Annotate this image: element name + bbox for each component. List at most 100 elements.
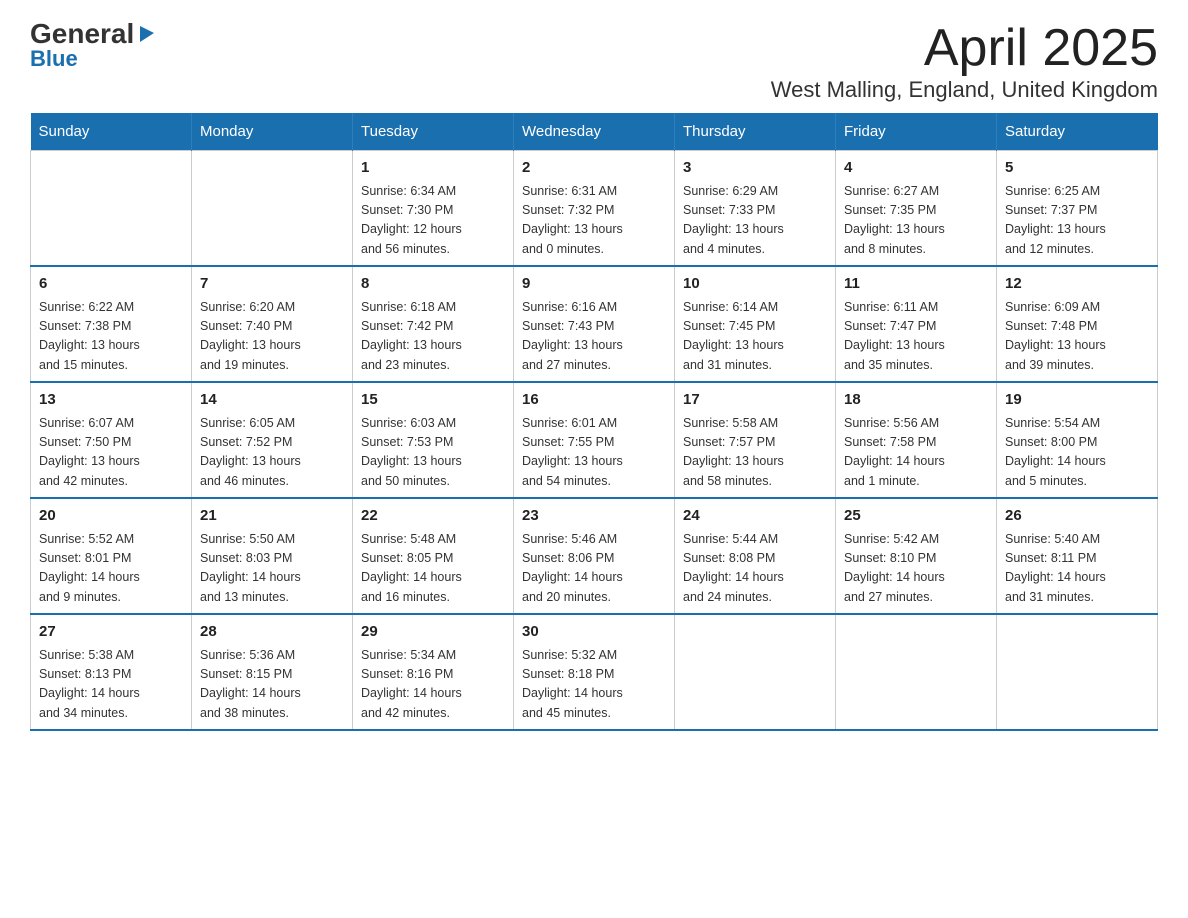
calendar-cell [192,151,353,267]
day-info: Sunrise: 6:18 AM Sunset: 7:42 PM Dayligh… [361,298,505,376]
day-number: 9 [522,273,666,296]
day-info: Sunrise: 6:16 AM Sunset: 7:43 PM Dayligh… [522,298,666,376]
calendar-cell: 3Sunrise: 6:29 AM Sunset: 7:33 PM Daylig… [675,151,836,267]
calendar-week-row: 20Sunrise: 5:52 AM Sunset: 8:01 PM Dayli… [31,498,1158,614]
calendar-cell: 9Sunrise: 6:16 AM Sunset: 7:43 PM Daylig… [514,266,675,382]
day-info: Sunrise: 6:29 AM Sunset: 7:33 PM Dayligh… [683,182,827,260]
column-header-friday: Friday [836,113,997,151]
day-info: Sunrise: 5:44 AM Sunset: 8:08 PM Dayligh… [683,530,827,608]
day-number: 21 [200,505,344,528]
day-number: 16 [522,389,666,412]
column-header-wednesday: Wednesday [514,113,675,151]
calendar-cell: 8Sunrise: 6:18 AM Sunset: 7:42 PM Daylig… [353,266,514,382]
day-number: 2 [522,157,666,180]
day-info: Sunrise: 6:09 AM Sunset: 7:48 PM Dayligh… [1005,298,1149,376]
day-number: 6 [39,273,183,296]
calendar-table: SundayMondayTuesdayWednesdayThursdayFrid… [30,113,1158,731]
day-number: 7 [200,273,344,296]
day-info: Sunrise: 6:31 AM Sunset: 7:32 PM Dayligh… [522,182,666,260]
calendar-week-row: 1Sunrise: 6:34 AM Sunset: 7:30 PM Daylig… [31,151,1158,267]
calendar-week-row: 6Sunrise: 6:22 AM Sunset: 7:38 PM Daylig… [31,266,1158,382]
column-header-monday: Monday [192,113,353,151]
calendar-cell: 6Sunrise: 6:22 AM Sunset: 7:38 PM Daylig… [31,266,192,382]
column-header-sunday: Sunday [31,113,192,151]
location-subtitle: West Malling, England, United Kingdom [771,77,1158,103]
calendar-header-row: SundayMondayTuesdayWednesdayThursdayFrid… [31,113,1158,151]
day-number: 25 [844,505,988,528]
day-number: 8 [361,273,505,296]
day-number: 23 [522,505,666,528]
calendar-cell: 30Sunrise: 5:32 AM Sunset: 8:18 PM Dayli… [514,614,675,730]
day-number: 1 [361,157,505,180]
calendar-cell: 4Sunrise: 6:27 AM Sunset: 7:35 PM Daylig… [836,151,997,267]
calendar-cell [675,614,836,730]
calendar-cell: 26Sunrise: 5:40 AM Sunset: 8:11 PM Dayli… [997,498,1158,614]
day-number: 29 [361,621,505,644]
calendar-cell: 18Sunrise: 5:56 AM Sunset: 7:58 PM Dayli… [836,382,997,498]
day-number: 22 [361,505,505,528]
calendar-week-row: 27Sunrise: 5:38 AM Sunset: 8:13 PM Dayli… [31,614,1158,730]
day-number: 14 [200,389,344,412]
day-info: Sunrise: 5:38 AM Sunset: 8:13 PM Dayligh… [39,646,183,724]
day-info: Sunrise: 5:40 AM Sunset: 8:11 PM Dayligh… [1005,530,1149,608]
day-number: 24 [683,505,827,528]
day-info: Sunrise: 6:25 AM Sunset: 7:37 PM Dayligh… [1005,182,1149,260]
day-info: Sunrise: 6:05 AM Sunset: 7:52 PM Dayligh… [200,414,344,492]
day-info: Sunrise: 6:14 AM Sunset: 7:45 PM Dayligh… [683,298,827,376]
day-number: 4 [844,157,988,180]
calendar-cell: 5Sunrise: 6:25 AM Sunset: 7:37 PM Daylig… [997,151,1158,267]
calendar-cell [997,614,1158,730]
day-info: Sunrise: 5:48 AM Sunset: 8:05 PM Dayligh… [361,530,505,608]
day-number: 30 [522,621,666,644]
calendar-cell: 22Sunrise: 5:48 AM Sunset: 8:05 PM Dayli… [353,498,514,614]
column-header-thursday: Thursday [675,113,836,151]
calendar-cell: 7Sunrise: 6:20 AM Sunset: 7:40 PM Daylig… [192,266,353,382]
calendar-cell: 11Sunrise: 6:11 AM Sunset: 7:47 PM Dayli… [836,266,997,382]
day-info: Sunrise: 6:22 AM Sunset: 7:38 PM Dayligh… [39,298,183,376]
logo-part1: General [30,20,134,48]
column-header-saturday: Saturday [997,113,1158,151]
calendar-cell: 16Sunrise: 6:01 AM Sunset: 7:55 PM Dayli… [514,382,675,498]
calendar-cell: 2Sunrise: 6:31 AM Sunset: 7:32 PM Daylig… [514,151,675,267]
logo-part2: Blue [30,46,78,72]
calendar-week-row: 13Sunrise: 6:07 AM Sunset: 7:50 PM Dayli… [31,382,1158,498]
day-number: 28 [200,621,344,644]
day-info: Sunrise: 6:20 AM Sunset: 7:40 PM Dayligh… [200,298,344,376]
title-area: April 2025 West Malling, England, United… [771,20,1158,103]
day-number: 12 [1005,273,1149,296]
calendar-cell: 29Sunrise: 5:34 AM Sunset: 8:16 PM Dayli… [353,614,514,730]
calendar-cell [31,151,192,267]
calendar-cell: 27Sunrise: 5:38 AM Sunset: 8:13 PM Dayli… [31,614,192,730]
day-info: Sunrise: 6:27 AM Sunset: 7:35 PM Dayligh… [844,182,988,260]
day-info: Sunrise: 5:56 AM Sunset: 7:58 PM Dayligh… [844,414,988,492]
day-number: 13 [39,389,183,412]
day-info: Sunrise: 5:54 AM Sunset: 8:00 PM Dayligh… [1005,414,1149,492]
day-info: Sunrise: 5:36 AM Sunset: 8:15 PM Dayligh… [200,646,344,724]
day-info: Sunrise: 6:34 AM Sunset: 7:30 PM Dayligh… [361,182,505,260]
day-number: 17 [683,389,827,412]
calendar-cell: 12Sunrise: 6:09 AM Sunset: 7:48 PM Dayli… [997,266,1158,382]
logo-triangle-icon [136,22,158,44]
day-info: Sunrise: 5:32 AM Sunset: 8:18 PM Dayligh… [522,646,666,724]
day-info: Sunrise: 5:34 AM Sunset: 8:16 PM Dayligh… [361,646,505,724]
calendar-cell: 10Sunrise: 6:14 AM Sunset: 7:45 PM Dayli… [675,266,836,382]
day-info: Sunrise: 5:58 AM Sunset: 7:57 PM Dayligh… [683,414,827,492]
day-number: 3 [683,157,827,180]
calendar-cell [836,614,997,730]
day-info: Sunrise: 5:52 AM Sunset: 8:01 PM Dayligh… [39,530,183,608]
calendar-cell: 25Sunrise: 5:42 AM Sunset: 8:10 PM Dayli… [836,498,997,614]
day-info: Sunrise: 5:46 AM Sunset: 8:06 PM Dayligh… [522,530,666,608]
day-info: Sunrise: 6:03 AM Sunset: 7:53 PM Dayligh… [361,414,505,492]
day-number: 15 [361,389,505,412]
page-header: General Blue April 2025 West Malling, En… [30,20,1158,103]
month-title: April 2025 [771,20,1158,77]
calendar-cell: 14Sunrise: 6:05 AM Sunset: 7:52 PM Dayli… [192,382,353,498]
day-number: 19 [1005,389,1149,412]
calendar-cell: 13Sunrise: 6:07 AM Sunset: 7:50 PM Dayli… [31,382,192,498]
day-info: Sunrise: 6:01 AM Sunset: 7:55 PM Dayligh… [522,414,666,492]
day-number: 11 [844,273,988,296]
calendar-cell: 17Sunrise: 5:58 AM Sunset: 7:57 PM Dayli… [675,382,836,498]
column-header-tuesday: Tuesday [353,113,514,151]
day-number: 20 [39,505,183,528]
calendar-cell: 1Sunrise: 6:34 AM Sunset: 7:30 PM Daylig… [353,151,514,267]
